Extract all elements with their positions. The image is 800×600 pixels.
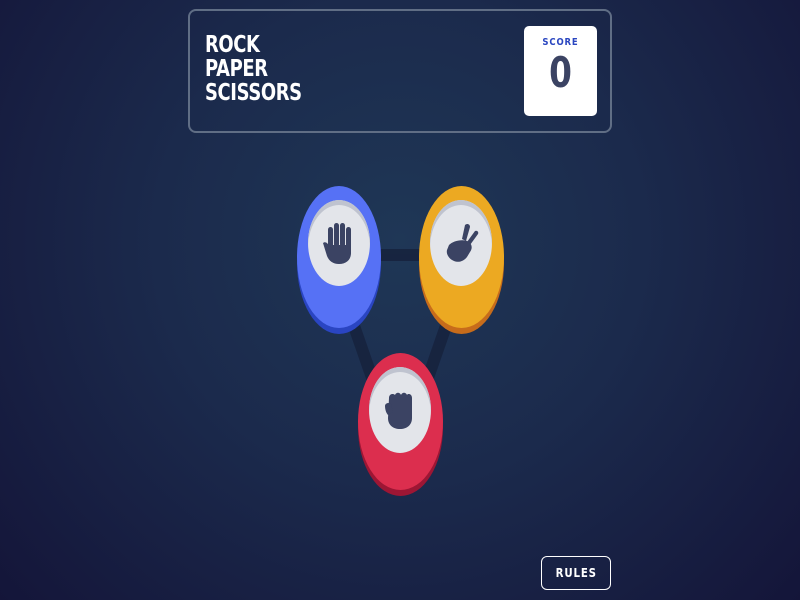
scissors-choice-button[interactable] [419, 186, 504, 328]
title-line-rock: ROCK [205, 32, 260, 58]
rules-button-label: RULES [555, 566, 597, 580]
score-panel: SCORE 0 [524, 26, 597, 116]
game-title: ROCK PAPER SCISSORS [205, 33, 302, 105]
title-line-scissors: SCISSORS [205, 80, 302, 106]
scissors-hand-icon [446, 223, 479, 262]
paper-chip-face [308, 200, 370, 286]
rock-chip-face [369, 367, 431, 453]
rock-choice-button[interactable] [358, 353, 443, 490]
score-value: 0 [549, 48, 572, 97]
scissors-chip-face [430, 200, 492, 286]
game-header: ROCK PAPER SCISSORS SCORE 0 [188, 9, 612, 133]
score-label: SCORE [542, 37, 579, 48]
paper-hand-icon [323, 223, 351, 264]
rules-button[interactable]: RULES [541, 556, 611, 590]
paper-choice-button[interactable] [297, 186, 381, 328]
rock-hand-icon [385, 392, 412, 429]
title-line-paper: PAPER [205, 56, 268, 82]
